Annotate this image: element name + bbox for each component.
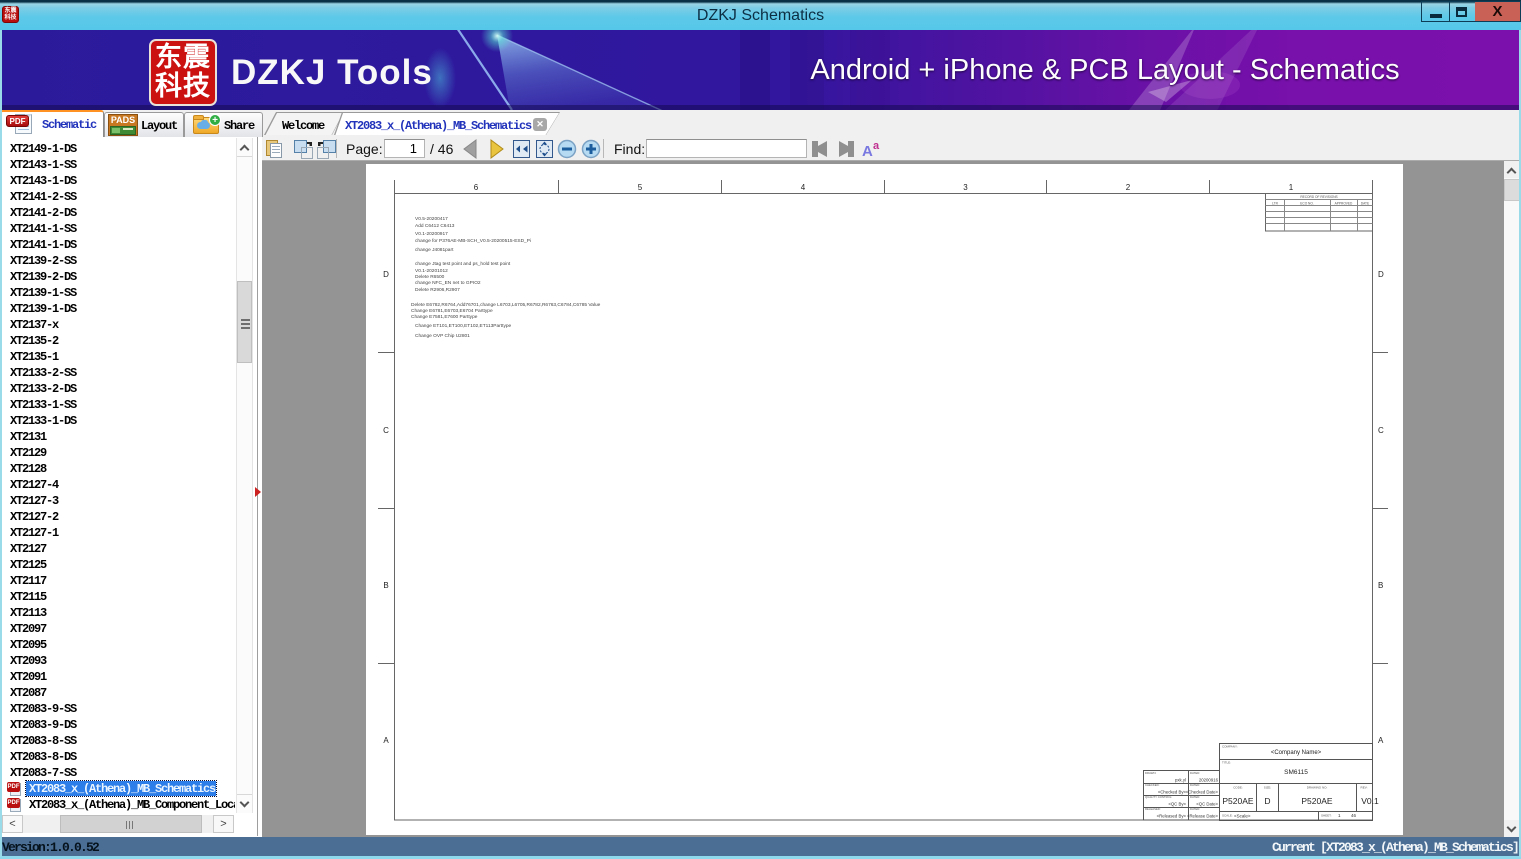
svg-text:Change E7581,E7600 Parttype: Change E7581,E7600 Parttype: [411, 314, 478, 320]
svg-text:V0.1-20201012: V0.1-20201012: [415, 268, 448, 274]
svg-text:<Checked By>: <Checked By>: [1158, 790, 1187, 795]
svg-text:V0.1: V0.1: [1361, 796, 1379, 806]
svg-text:<Checked Date>: <Checked Date>: [1186, 790, 1219, 795]
svg-text:TITLE:: TITLE:: [1222, 761, 1231, 765]
svg-text:2: 2: [1126, 183, 1131, 192]
svg-text:C: C: [383, 426, 389, 435]
svg-text:D: D: [1378, 270, 1384, 279]
svg-text:QUALITY CONTROL:: QUALITY CONTROL:: [1145, 795, 1172, 799]
svg-text:DATED:: DATED:: [1190, 783, 1200, 787]
svg-text:Delete R6500: Delete R6500: [415, 274, 445, 280]
svg-text:CHECKED:: CHECKED:: [1145, 783, 1160, 787]
svg-text:REV:: REV:: [1361, 786, 1368, 790]
svg-text:change for P376AE-MB-SCH_V0.5-: change for P376AE-MB-SCH_V0.5-20200515-E…: [415, 238, 531, 244]
svg-text:DRAWN:: DRAWN:: [1145, 771, 1156, 775]
svg-text:5: 5: [638, 183, 643, 192]
svg-text:P520AE: P520AE: [1301, 796, 1333, 806]
svg-text:D: D: [383, 270, 389, 279]
svg-text:COMPANY:: COMPANY:: [1222, 745, 1238, 749]
svg-text:Add C6412 C6413: Add C6412 C6413: [415, 223, 455, 229]
svg-text:RELEASED:: RELEASED:: [1145, 807, 1161, 811]
svg-text:SCALE:: SCALE:: [1222, 814, 1233, 818]
svg-text:P520AE: P520AE: [1222, 796, 1254, 806]
svg-text:DATE: DATE: [1361, 201, 1369, 205]
svg-text:DATED:: DATED:: [1190, 795, 1200, 799]
svg-text:SHEET:: SHEET:: [1321, 814, 1332, 818]
svg-text:1: 1: [1338, 813, 1341, 818]
svg-text:APPROVED: APPROVED: [1335, 201, 1353, 205]
svg-text:CODE:: CODE:: [1233, 786, 1243, 790]
svg-text:A: A: [862, 143, 873, 159]
svg-text:<Released By>: <Released By>: [1157, 814, 1187, 819]
svg-text:LTR: LTR: [1272, 201, 1278, 205]
svg-text:change J4081part: change J4081part: [415, 247, 454, 253]
svg-text:V0.1-20200917: V0.1-20200917: [415, 231, 448, 237]
svg-text:Change OVP Chip U2801: Change OVP Chip U2801: [415, 333, 470, 339]
svg-text:46: 46: [1351, 813, 1357, 818]
svg-text:A: A: [383, 736, 389, 745]
svg-text:3: 3: [963, 183, 968, 192]
svg-text:V0.5-20200417: V0.5-20200417: [415, 216, 448, 222]
svg-text:Delete E6782,R6764,Add76701,ch: Delete E6782,R6764,Add76701,change L6703…: [411, 302, 601, 308]
svg-text:Delete R2906,R2907: Delete R2906,R2907: [415, 287, 460, 293]
svg-text:1: 1: [1289, 183, 1294, 192]
svg-text:change Jtag test point and ps_: change Jtag test point and ps_hold test …: [415, 261, 511, 267]
svg-text:D: D: [1264, 796, 1270, 806]
svg-text:pxk.yl: pxk.yl: [1175, 778, 1186, 783]
svg-text:RECORD OF REVISIONS: RECORD OF REVISIONS: [1300, 195, 1337, 199]
svg-text:DATED:: DATED:: [1190, 771, 1200, 775]
svg-text:DATED:: DATED:: [1190, 807, 1200, 811]
svg-text:change NFC_EN net to GPIO2: change NFC_EN net to GPIO2: [415, 280, 481, 286]
svg-text:<QC Date>: <QC Date>: [1196, 802, 1218, 807]
svg-text:ECO NO.: ECO NO.: [1300, 201, 1314, 205]
svg-text:SIZE:: SIZE:: [1264, 786, 1272, 790]
svg-text:Change E6781,E6703,E6704 Partt: Change E6781,E6703,E6704 Parttype: [411, 308, 493, 314]
svg-text:C: C: [1378, 426, 1384, 435]
svg-text:<Release Date>: <Release Date>: [1187, 814, 1219, 819]
svg-text:SM6115: SM6115: [1284, 769, 1308, 776]
svg-text:a: a: [873, 140, 880, 152]
svg-text:Change ET101,ET100,ET102,ET113: Change ET101,ET100,ET102,ET113Parttype: [415, 323, 512, 329]
svg-text:6: 6: [474, 183, 479, 192]
svg-text:B: B: [383, 581, 388, 590]
svg-text:<Company Name>: <Company Name>: [1271, 750, 1322, 756]
svg-text:20200916: 20200916: [1199, 778, 1219, 783]
svg-text:<QC By>: <QC By>: [1168, 802, 1186, 807]
svg-text:4: 4: [801, 183, 806, 192]
svg-text:A: A: [1378, 736, 1384, 745]
svg-text:<Scale>: <Scale>: [1234, 814, 1251, 819]
svg-text:DRAWING NO:: DRAWING NO:: [1307, 786, 1328, 790]
svg-text:B: B: [1378, 581, 1383, 590]
